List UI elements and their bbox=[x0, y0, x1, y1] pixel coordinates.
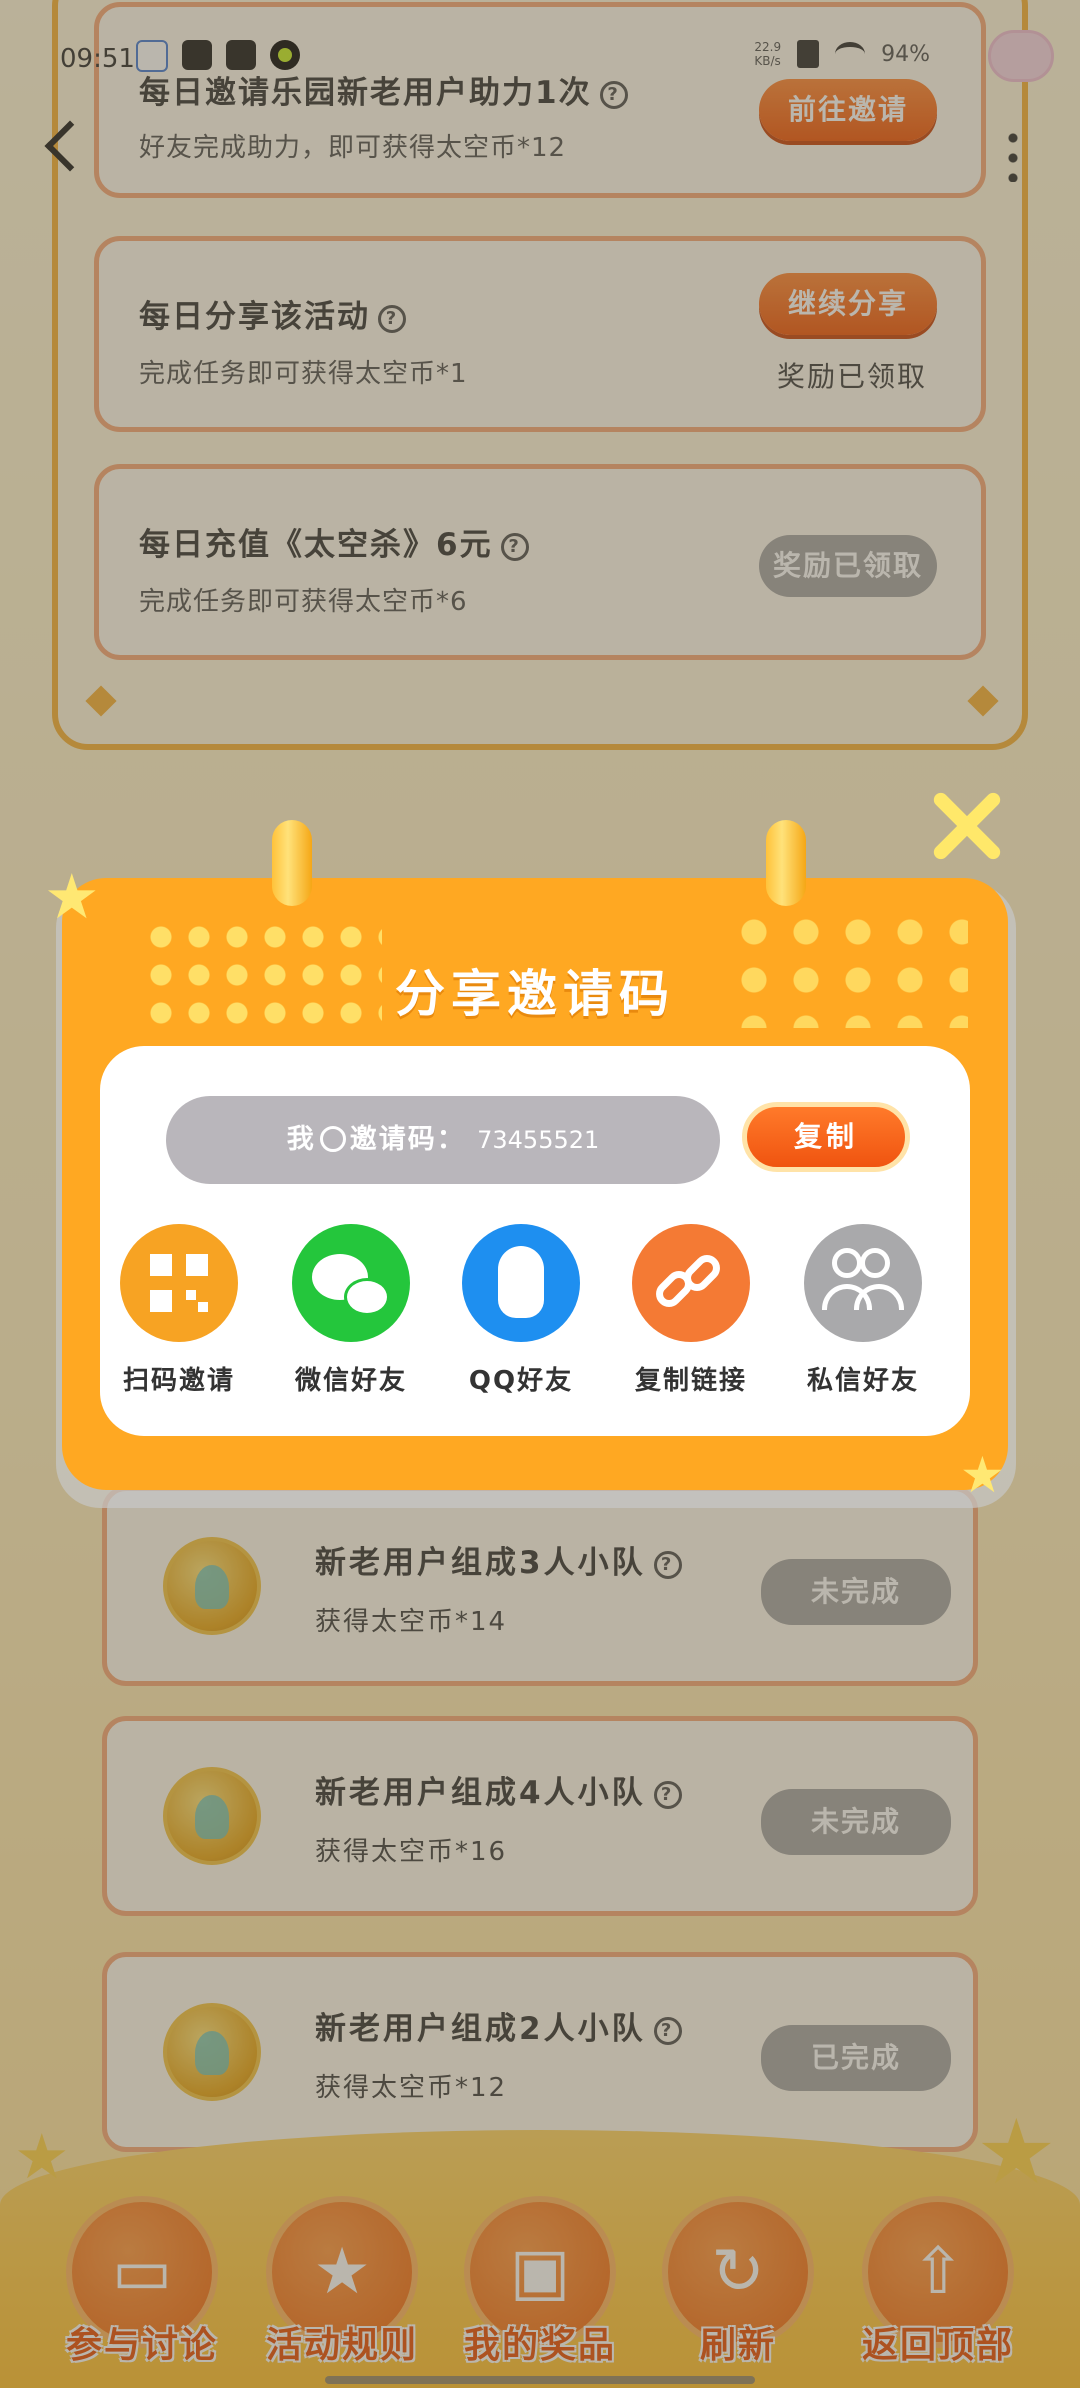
qq-icon bbox=[462, 1224, 580, 1342]
calendar-pin-left-icon bbox=[258, 820, 326, 932]
share-wechat[interactable]: 微信好友 bbox=[276, 1224, 426, 1397]
share-label: 微信好友 bbox=[294, 1366, 407, 1396]
share-copy-link[interactable]: 复制链接 bbox=[616, 1224, 766, 1397]
share-qq[interactable]: QQ好友 bbox=[446, 1224, 596, 1397]
close-icon[interactable] bbox=[930, 788, 1006, 864]
modal-frame: 分享邀请码 我 邀请码： 73455521 复制 扫码邀请 微信好友 QQ好友 复… bbox=[62, 878, 1008, 1490]
at-icon bbox=[319, 1126, 346, 1152]
share-qrcode[interactable]: 扫码邀请 bbox=[104, 1224, 254, 1397]
share-label: 扫码邀请 bbox=[122, 1366, 235, 1396]
share-invite-modal: 分享邀请码 我 邀请码： 73455521 复制 扫码邀请 微信好友 QQ好友 复… bbox=[56, 820, 1016, 1508]
link-icon bbox=[632, 1224, 750, 1342]
copy-button[interactable]: 复制 bbox=[742, 1102, 910, 1172]
code-label: 我 bbox=[286, 1124, 316, 1155]
invite-code-value: 73455521 bbox=[477, 1126, 600, 1154]
qrcode-icon bbox=[120, 1224, 238, 1342]
people-icon bbox=[804, 1224, 922, 1342]
share-label: 复制链接 bbox=[634, 1366, 747, 1396]
code-label-rest: 邀请码： bbox=[349, 1124, 466, 1155]
share-label: 私信好友 bbox=[806, 1366, 919, 1396]
calendar-pin-right-icon bbox=[752, 820, 820, 932]
invite-code-field[interactable]: 我 邀请码： 73455521 bbox=[166, 1096, 720, 1184]
modal-star-left-icon: ★ bbox=[44, 860, 100, 933]
share-label: QQ好友 bbox=[468, 1366, 574, 1396]
modal-title: 分享邀请码 bbox=[395, 965, 675, 1023]
modal-star-right-icon: ★ bbox=[960, 1446, 1005, 1504]
share-private-message[interactable]: 私信好友 bbox=[788, 1224, 938, 1397]
modal-content: 我 邀请码： 73455521 复制 扫码邀请 微信好友 QQ好友 复制链接 私信… bbox=[100, 1046, 970, 1436]
wechat-icon bbox=[292, 1224, 410, 1342]
activity-page: 09:51 22.9 KB/s 94% 每日邀请乐园新老用户助力1次? 好友完成… bbox=[0, 0, 1080, 2388]
